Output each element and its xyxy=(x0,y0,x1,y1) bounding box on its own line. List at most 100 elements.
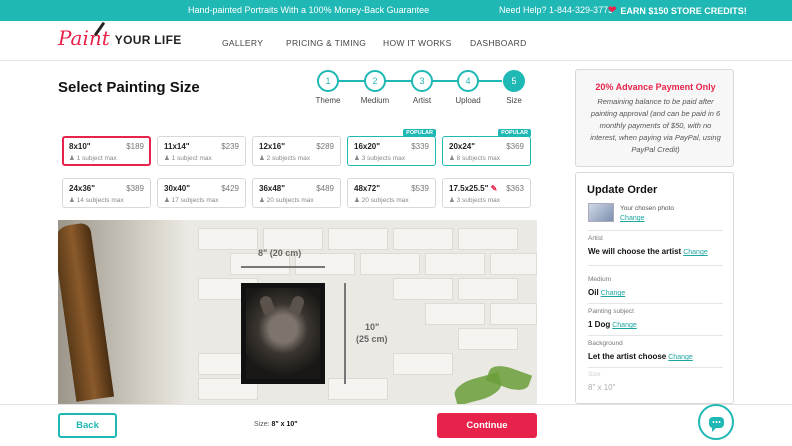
photo-thumbnail xyxy=(588,203,614,222)
background-value: Let the artist choose Change xyxy=(588,352,693,361)
popular-badge: POPULAR xyxy=(498,129,531,137)
size-price: $189 xyxy=(126,142,144,151)
size-subjects: ♟ 1 subject max xyxy=(69,154,117,162)
person-icon: ♟ xyxy=(164,155,170,162)
height-arrow xyxy=(344,283,346,384)
height-measurement-cm: (25 cm) xyxy=(356,334,388,344)
back-button[interactable]: Back xyxy=(58,413,117,438)
subject-value-text: 1 Dog xyxy=(588,320,611,329)
store-credits-link[interactable]: ❤ EARN $150 STORE CREDITS! xyxy=(608,5,747,16)
size-subjects-text: 2 subjects max xyxy=(266,155,310,162)
size-option-20x24[interactable]: POPULAR 20x24" $369 ♟ 8 subjects max xyxy=(442,129,531,166)
selected-size-value: 8" x 10" xyxy=(271,421,298,428)
size-option-17-5x25-5[interactable]: 17.5x25.5" ✎ $363 ♟ 3 subjects max xyxy=(442,178,531,208)
size-subjects-text: 3 subjects max xyxy=(361,155,405,162)
advance-payment-card: 20% Advance Payment Only Remaining balan… xyxy=(575,69,734,167)
width-arrow xyxy=(241,266,325,268)
subject-label: Painting subject xyxy=(588,308,634,315)
step-label-theme: Theme xyxy=(315,96,341,105)
page-title: Select Painting Size xyxy=(58,79,200,96)
size-subjects-text: 14 subjects max xyxy=(76,197,124,204)
logo-your-life-text: YOUR LIFE xyxy=(114,33,182,47)
help-phone-link[interactable]: Need Help? 1-844-329-3773 xyxy=(499,5,613,15)
person-icon: ♟ xyxy=(354,155,360,162)
chat-button[interactable] xyxy=(698,404,734,440)
promo-text: Hand-painted Portraits With a 100% Money… xyxy=(188,5,430,15)
size-subjects-text: 20 subjects max xyxy=(361,197,409,204)
logo[interactable]: Paint YOUR LIFE xyxy=(58,21,182,50)
nav-pricing-timing[interactable]: PRICING & TIMING xyxy=(286,38,366,48)
update-order-heading: Update Order xyxy=(587,184,658,196)
size-dimension: 16x20" xyxy=(354,142,381,151)
step-medium[interactable]: 2 xyxy=(364,70,386,92)
size-label: Size xyxy=(588,371,601,378)
size-subjects: ♟ 17 subjects max xyxy=(164,196,219,204)
selected-size-label: Size: xyxy=(254,421,270,428)
size-option-16x20[interactable]: POPULAR 16x20" $339 ♟ 3 subjects max xyxy=(347,129,436,166)
size-dimension: 8x10" xyxy=(69,142,91,151)
change-background-link[interactable]: Change xyxy=(668,354,693,361)
size-subjects-text: 1 subject max xyxy=(171,155,212,162)
size-price: $339 xyxy=(411,142,429,151)
size-dimension: 20x24" xyxy=(449,142,476,151)
size-dimension: 17.5x25.5" ✎ xyxy=(449,184,497,193)
size-price: $363 xyxy=(506,184,524,193)
medium-label: Medium xyxy=(588,276,612,283)
size-price: $539 xyxy=(411,184,429,193)
change-medium-link[interactable]: Change xyxy=(601,290,626,297)
change-photo-link[interactable]: Change xyxy=(620,215,645,222)
site-header: Paint YOUR LIFE GALLERY PRICING & TIMING… xyxy=(0,21,792,61)
size-dimension: 36x48" xyxy=(259,184,286,193)
selected-size-summary: Size: 8" x 10" xyxy=(254,421,298,428)
framed-dog-painting xyxy=(241,283,325,384)
step-label-medium: Medium xyxy=(360,96,390,105)
heart-icon: ❤ xyxy=(608,5,617,16)
nav-how-it-works[interactable]: HOW IT WORKS xyxy=(383,38,452,48)
height-measurement-in: 10" xyxy=(365,322,380,332)
size-dimension: 48x72" xyxy=(354,184,381,193)
step-size[interactable]: 5 xyxy=(503,70,525,92)
size-option-36x48[interactable]: 36x48" $489 ♟ 20 subjects max xyxy=(252,178,341,208)
size-option-8x10[interactable]: 8x10" $189 ♟ 1 subject max xyxy=(62,136,151,166)
size-preview-image: 8" (20 cm) 10" (25 cm) xyxy=(58,220,537,404)
size-price: $429 xyxy=(221,184,239,193)
logo-paint-text: Paint xyxy=(58,26,110,50)
size-option-11x14[interactable]: 11x14" $239 ♟ 1 subject max xyxy=(157,136,246,166)
size-subjects: ♟ 2 subjects max xyxy=(259,154,310,162)
announcement-bar: Hand-painted Portraits With a 100% Money… xyxy=(0,0,792,21)
person-icon: ♟ xyxy=(259,155,265,162)
size-subjects: ♟ 3 subjects max xyxy=(449,196,500,204)
advance-payment-heading: 20% Advance Payment Only xyxy=(595,82,716,92)
size-option-12x16[interactable]: 12x16" $289 ♟ 2 subjects max xyxy=(252,136,341,166)
size-price: $489 xyxy=(316,184,334,193)
step-label-size: Size xyxy=(506,96,522,105)
change-artist-link[interactable]: Change xyxy=(683,249,708,256)
artist-label: Artist xyxy=(588,235,603,242)
size-dimension: 30x40" xyxy=(164,184,191,193)
background-value-text: Let the artist choose xyxy=(588,352,667,361)
step-artist[interactable]: 3 xyxy=(411,70,433,92)
person-icon: ♟ xyxy=(69,155,75,162)
person-icon: ♟ xyxy=(259,197,265,204)
popular-badge: POPULAR xyxy=(403,129,436,137)
artist-value: We will choose the artist Change xyxy=(588,247,708,256)
step-label-upload: Upload xyxy=(455,96,481,105)
continue-button[interactable]: Continue xyxy=(437,413,537,438)
store-credits-label: EARN $150 STORE CREDITS! xyxy=(620,5,747,16)
size-dimension: 24x36" xyxy=(69,184,96,193)
size-option-48x72[interactable]: 48x72" $539 ♟ 20 subjects max xyxy=(347,178,436,208)
size-option-30x40[interactable]: 30x40" $429 ♟ 17 subjects max xyxy=(157,178,246,208)
size-price: $239 xyxy=(221,142,239,151)
nav-dashboard[interactable]: DASHBOARD xyxy=(470,38,527,48)
step-upload[interactable]: 4 xyxy=(457,70,479,92)
person-icon: ♟ xyxy=(449,155,455,162)
size-subjects: ♟ 20 subjects max xyxy=(354,196,409,204)
step-theme[interactable]: 1 xyxy=(317,70,339,92)
change-subject-link[interactable]: Change xyxy=(612,322,637,329)
nav-gallery[interactable]: GALLERY xyxy=(222,38,263,48)
chat-icon xyxy=(708,416,724,432)
size-option-24x36[interactable]: 24x36" $389 ♟ 14 subjects max xyxy=(62,178,151,208)
person-icon: ♟ xyxy=(354,197,360,204)
artist-value-text: We will choose the artist xyxy=(588,247,682,256)
size-dimension: 11x14" xyxy=(164,142,190,151)
